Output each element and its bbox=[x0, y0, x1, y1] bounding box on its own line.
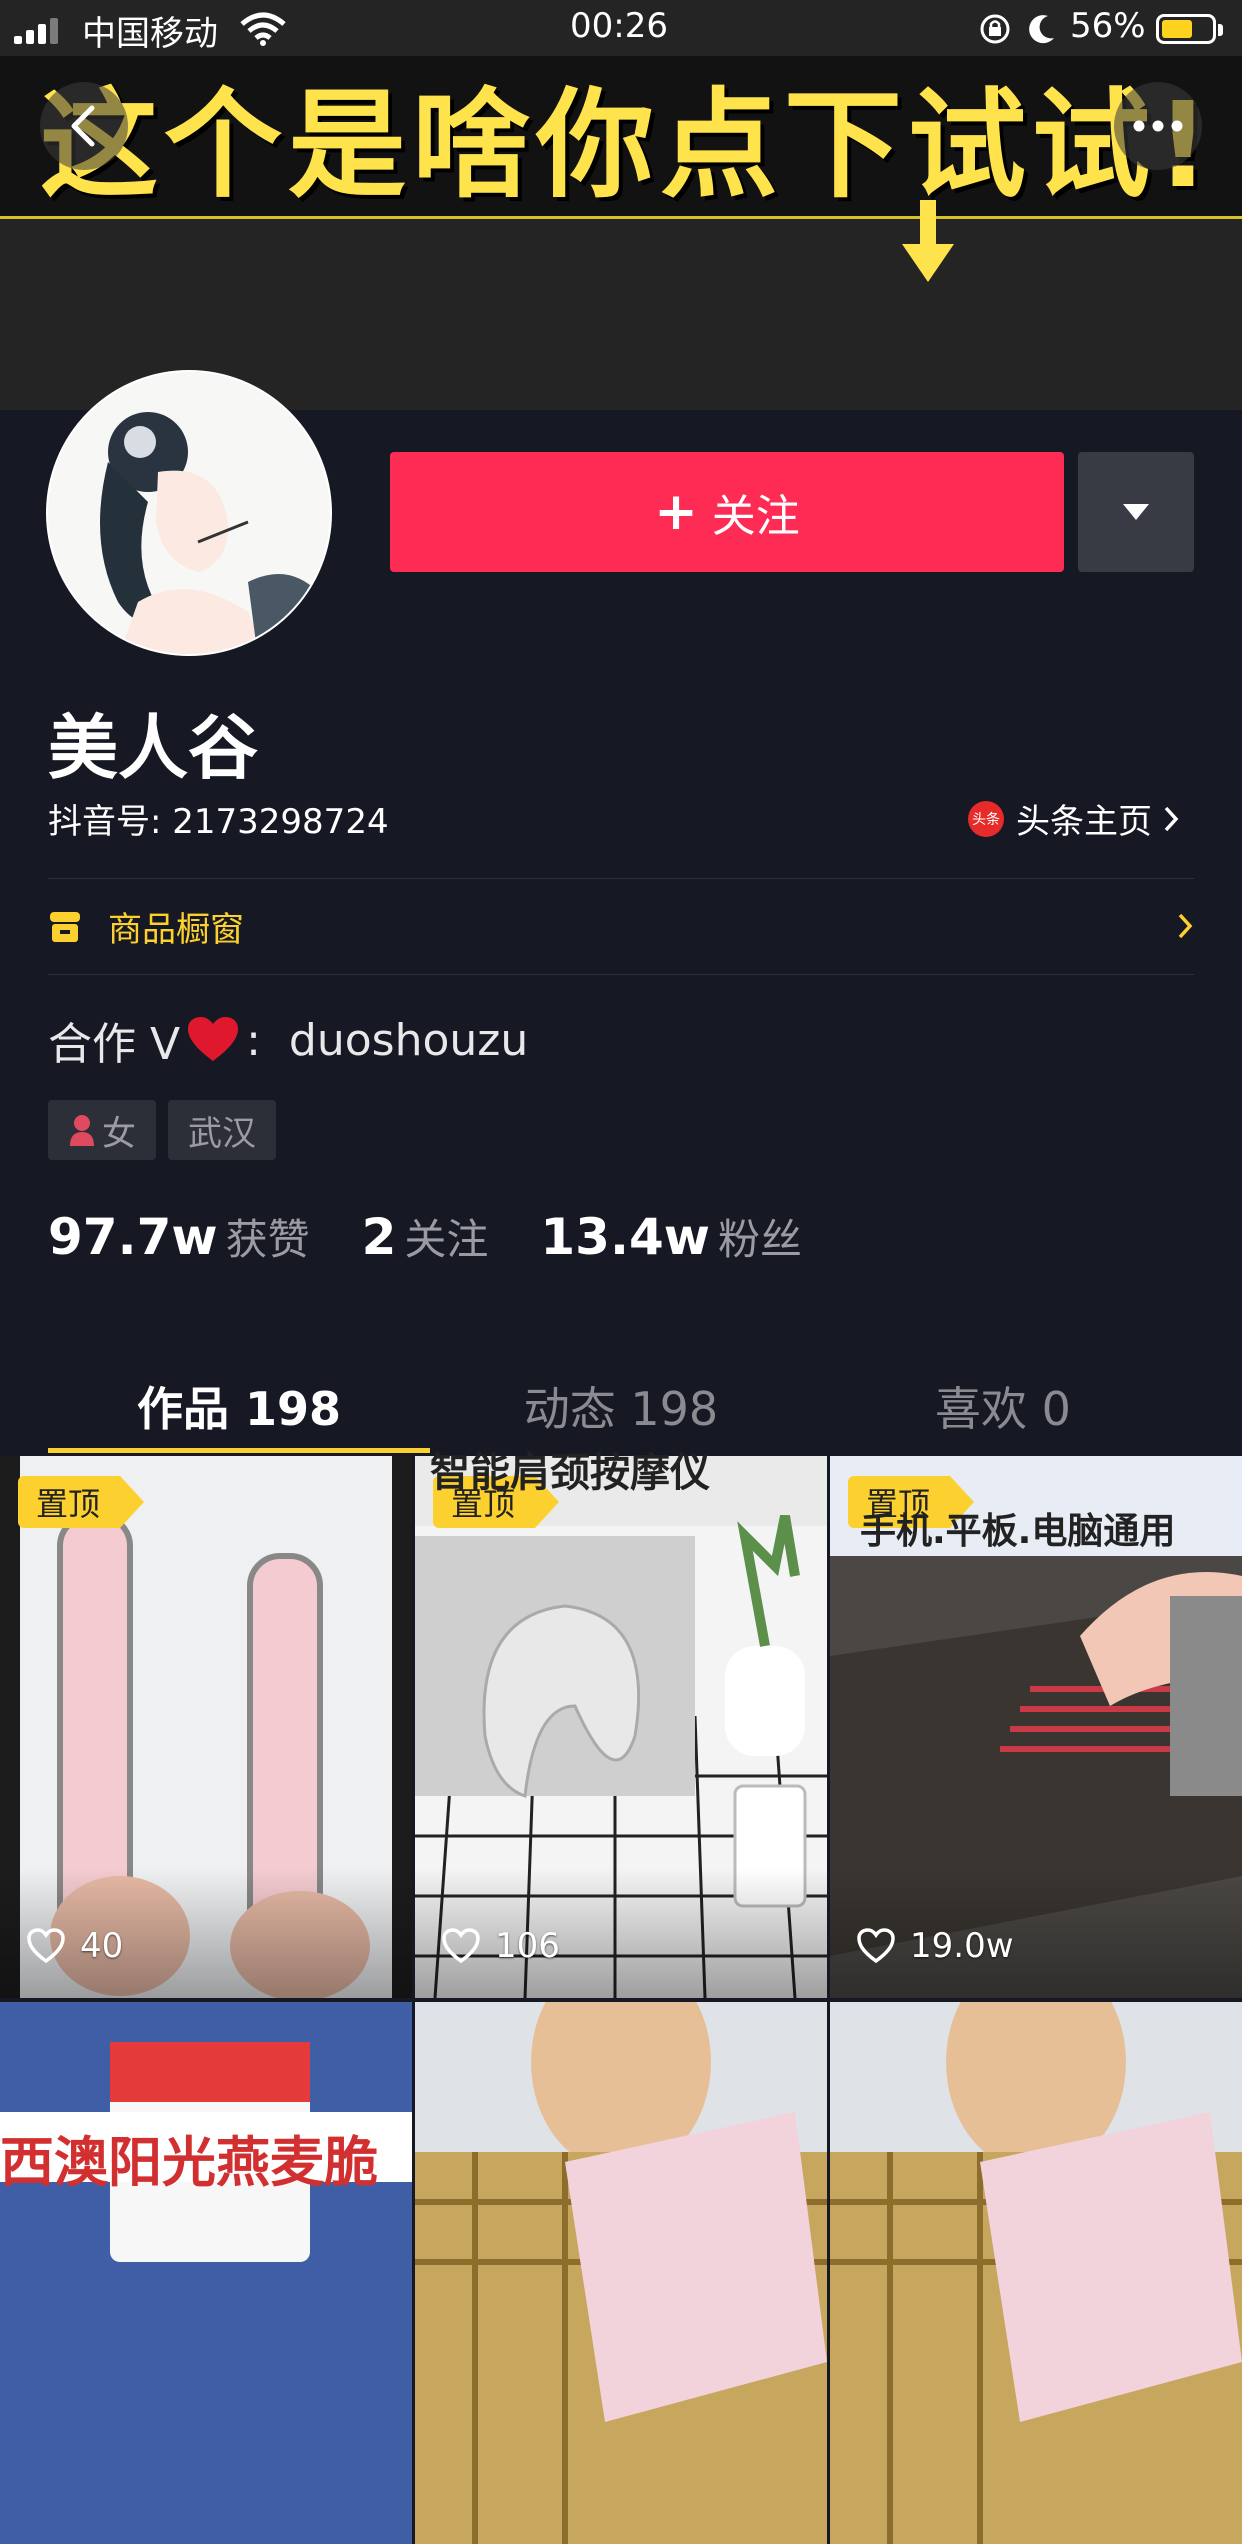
chevron-right-icon bbox=[1178, 913, 1193, 939]
active-tab-indicator bbox=[48, 1448, 430, 1453]
chevron-right-icon bbox=[1164, 806, 1179, 831]
douyin-id: 抖音号: 2173298724 bbox=[48, 802, 389, 842]
chevron-left-icon bbox=[71, 105, 95, 147]
heart-outline-icon bbox=[442, 1928, 480, 1964]
toutiao-icon: 头条 bbox=[968, 800, 1004, 837]
profile-bio: 合作 V : duoshouzu bbox=[48, 1008, 528, 1072]
wifi-icon bbox=[240, 12, 286, 46]
divider bbox=[48, 974, 1194, 975]
toutiao-label: 头条主页 bbox=[1016, 802, 1152, 842]
video-caption: 西澳阳光燕麦脆 bbox=[0, 2131, 378, 2194]
more-options-button[interactable] bbox=[1114, 82, 1202, 170]
battery-percentage: 56% bbox=[1070, 6, 1146, 46]
likes-count: 97.7w bbox=[48, 1208, 218, 1266]
profile-stats: 97.7w 获赞 2 关注 13.4w 粉丝 bbox=[48, 1206, 854, 1267]
carrier-name: 中国移动 bbox=[82, 14, 218, 54]
video-like-count: 19.0w bbox=[856, 1926, 1014, 1966]
heart-outline-icon bbox=[857, 1928, 895, 1964]
shop-icon bbox=[50, 912, 80, 942]
heart-emoji-icon bbox=[188, 1017, 239, 1061]
likes-label: 获赞 bbox=[225, 1215, 310, 1264]
video-thumbnail[interactable]: 置顶 106 bbox=[415, 1456, 827, 1998]
fans-label[interactable]: 粉丝 bbox=[718, 1206, 802, 1267]
following-label[interactable]: 关注 bbox=[404, 1206, 488, 1267]
video-grid: 置顶 40 置顶 106 置顶 19.0w 西澳阳光燕麦脆 bbox=[0, 1456, 1242, 2544]
profile-tags: 女 武汉 bbox=[48, 1100, 276, 1160]
back-button[interactable] bbox=[40, 82, 128, 170]
avatar-illustration bbox=[48, 372, 330, 654]
tab-likes[interactable]: 喜欢 0 bbox=[812, 1356, 1194, 1456]
profile-banner: 这个是啥你点下试试! bbox=[0, 0, 1242, 410]
down-arrow-icon bbox=[902, 200, 954, 282]
caret-down-icon bbox=[1123, 504, 1149, 520]
female-icon bbox=[70, 1115, 94, 1146]
plus-icon: + bbox=[654, 482, 698, 542]
video-thumbnail[interactable]: 西澳阳光燕麦脆 bbox=[0, 2002, 412, 2544]
battery-icon bbox=[1156, 14, 1216, 44]
more-dots-icon bbox=[1133, 120, 1183, 132]
video-caption: 智能肩颈按摩仪 bbox=[430, 1450, 710, 1492]
avatar[interactable] bbox=[46, 370, 332, 656]
heart-outline-icon bbox=[27, 1928, 65, 1964]
product-showcase-row[interactable]: 商品橱窗 bbox=[48, 878, 1194, 974]
video-caption: 手机.平板.电脑通用 bbox=[860, 1511, 1176, 1550]
tab-works[interactable]: 作品 198 bbox=[48, 1356, 430, 1456]
toutiao-homepage-link[interactable]: 头条 头条主页 bbox=[968, 794, 1182, 843]
shop-label: 商品橱窗 bbox=[108, 909, 244, 950]
city-tag: 武汉 bbox=[168, 1100, 276, 1160]
status-time: 00:26 bbox=[570, 6, 668, 46]
following-count[interactable]: 2 bbox=[362, 1208, 397, 1266]
moon-icon bbox=[1029, 15, 1054, 44]
video-thumbnail[interactable] bbox=[830, 2002, 1242, 2544]
recommend-dropdown-button[interactable] bbox=[1078, 452, 1194, 572]
profile-name: 美人谷 bbox=[48, 707, 258, 789]
follow-button[interactable]: + 关注 bbox=[390, 452, 1064, 572]
fans-count[interactable]: 13.4w bbox=[540, 1208, 710, 1266]
video-like-count: 106 bbox=[441, 1926, 560, 1966]
video-thumbnail[interactable] bbox=[415, 2002, 827, 2544]
video-thumbnail[interactable]: 置顶 40 bbox=[0, 1456, 412, 1998]
bio-handle: duoshouzu bbox=[288, 1014, 529, 1066]
pinned-badge: 置顶 bbox=[18, 1476, 145, 1528]
follow-label: 关注 bbox=[711, 491, 800, 542]
banner-text: 这个是啥你点下试试! bbox=[40, 75, 1216, 205]
bio-prefix: 合作 V bbox=[48, 1019, 181, 1070]
signal-icon bbox=[14, 16, 58, 44]
video-like-count: 40 bbox=[26, 1926, 123, 1966]
rotation-lock-icon bbox=[980, 14, 1010, 44]
gender-tag: 女 bbox=[48, 1100, 156, 1160]
